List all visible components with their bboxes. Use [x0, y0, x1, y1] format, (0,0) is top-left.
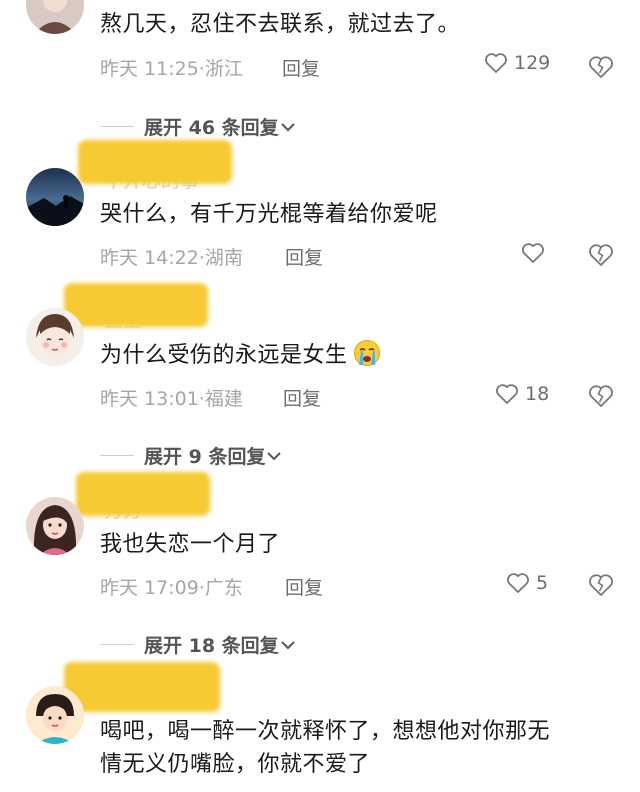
- divider-line: [100, 644, 134, 645]
- comment-text: 为什么受伤的永远是女生: [100, 339, 382, 372]
- reply-button[interactable]: 回复: [285, 243, 323, 270]
- broken-heart-icon[interactable]: [588, 383, 614, 409]
- avatar[interactable]: [26, 168, 84, 226]
- comment-text: 我也失恋一个月了: [100, 532, 281, 557]
- comment-text: 熬几天，忍住不去联系，就过去了。: [100, 12, 461, 37]
- expand-replies-label: 展开 9 条回复: [144, 446, 266, 468]
- avatar[interactable]: [26, 686, 84, 744]
- heart-outline-icon: [485, 53, 507, 73]
- comment-meta: 昨天 14:22·湖南: [100, 243, 243, 270]
- like-count: 5: [536, 572, 549, 594]
- comment-time: 昨天 11:25: [100, 58, 199, 80]
- heart-outline-icon: [496, 384, 518, 404]
- comment-meta: 昨天 11:25·浙江: [100, 54, 243, 81]
- comment-time: 昨天 14:22: [100, 247, 199, 269]
- comment-text-line: 情无义仍嘴脸，你就不爱了: [100, 752, 371, 777]
- like-button[interactable]: 18: [495, 383, 549, 405]
- avatar[interactable]: [26, 497, 84, 555]
- comment-text: 哭什么，有千万光棍等着给你爱呢: [100, 202, 438, 227]
- reply-button[interactable]: 回复: [282, 54, 320, 81]
- comment-time: 昨天 17:09: [100, 577, 199, 599]
- divider-line: [100, 126, 134, 127]
- like-button[interactable]: [521, 242, 551, 264]
- broken-heart-icon[interactable]: [588, 54, 614, 80]
- heart-outline-icon: [522, 243, 544, 263]
- chevron-down-icon: [280, 640, 295, 649]
- crying-face-emoji: [353, 340, 380, 366]
- expand-replies-label: 展开 46 条回复: [144, 117, 279, 139]
- reply-button[interactable]: 回复: [283, 384, 321, 411]
- broken-heart-icon[interactable]: [588, 242, 614, 268]
- like-count: 18: [525, 383, 550, 405]
- like-count: 129: [514, 52, 551, 74]
- comment-location: 福建: [204, 388, 243, 410]
- chevron-down-icon: [267, 451, 282, 460]
- expand-replies-label: 展开 18 条回复: [144, 635, 279, 657]
- expand-replies-button[interactable]: 展开 18 条回复: [100, 631, 295, 658]
- avatar[interactable]: [26, 0, 84, 34]
- comment-meta: 昨天 17:09·广东: [100, 573, 243, 600]
- chevron-down-icon: [280, 122, 295, 131]
- redaction-mark: [78, 140, 232, 184]
- comment-location: 湖南: [204, 247, 243, 269]
- comment-location: 浙江: [204, 58, 243, 80]
- like-button[interactable]: 5: [506, 572, 548, 594]
- like-button[interactable]: 129: [484, 52, 550, 74]
- divider-line: [100, 455, 134, 456]
- redaction-mark: [64, 662, 220, 712]
- redaction-mark: [76, 472, 210, 516]
- avatar[interactable]: [26, 308, 84, 366]
- expand-replies-button[interactable]: 展开 46 条回复: [100, 113, 295, 140]
- expand-replies-button[interactable]: 展开 9 条回复: [100, 442, 282, 469]
- comment-location: 广东: [204, 577, 243, 599]
- comment-text-content: 为什么受伤的永远是女生: [100, 343, 348, 368]
- heart-outline-icon: [507, 573, 529, 593]
- broken-heart-icon[interactable]: [588, 572, 614, 598]
- comment-time: 昨天 13:01: [100, 388, 199, 410]
- comment-meta: 昨天 13:01·福建: [100, 384, 243, 411]
- redaction-mark: [64, 283, 208, 327]
- reply-button[interactable]: 回复: [285, 573, 323, 600]
- comment-text: 喝吧，喝一醉一次就释怀了，想想他对你那无 情无义仍嘴脸，你就不爱了: [100, 715, 550, 781]
- comment-text-line: 喝吧，喝一醉一次就释怀了，想想他对你那无: [100, 719, 551, 744]
